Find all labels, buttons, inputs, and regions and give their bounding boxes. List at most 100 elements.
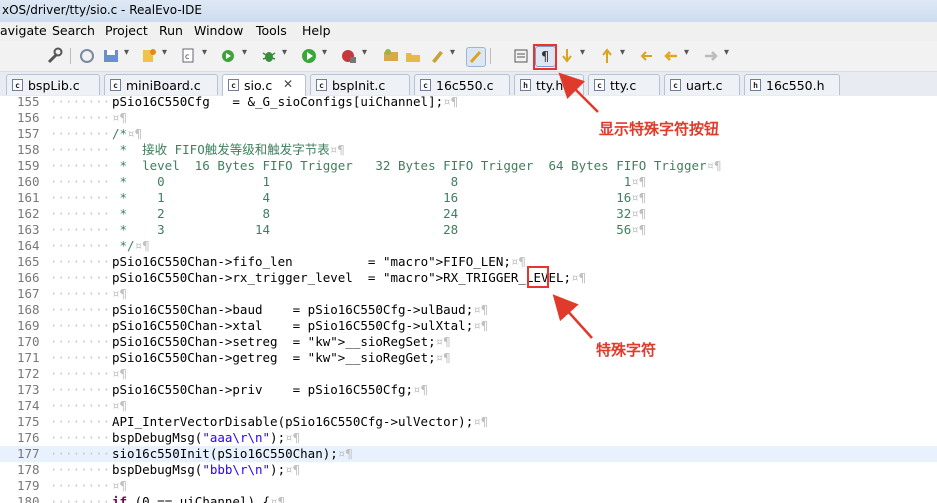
code-line[interactable]: 156 ········ ¤¶ (0, 110, 937, 126)
pen-icon[interactable] (466, 47, 486, 67)
code-line[interactable]: 167 ········ ¤¶ (0, 286, 937, 302)
code-text: ¤¶ (112, 110, 128, 125)
line-number: 175 (17, 414, 40, 429)
whitespace-marks: ········ (50, 270, 111, 285)
code-line[interactable]: 179 ········ ¤¶ (0, 478, 937, 494)
arrow-down-icon[interactable] (558, 47, 585, 65)
code-line[interactable]: 162 ········ * 2 8 24 32¤¶ (0, 206, 937, 222)
paint-icon[interactable] (428, 47, 455, 65)
line-number: 180 (17, 494, 40, 503)
line-number: 156 (17, 110, 40, 125)
code-text: bspDebugMsg("bbb\r\n");¤¶ (112, 462, 301, 477)
run-config-icon[interactable] (220, 47, 247, 65)
line-number: 158 (17, 142, 40, 157)
line-number: 163 (17, 222, 40, 237)
code-line[interactable]: 176 ········ bspDebugMsg("aaa\r\n");¤¶ (0, 430, 937, 446)
line-number: 168 (17, 302, 40, 317)
line-number: 176 (17, 430, 40, 445)
code-line[interactable]: 171 ········ pSio16C550Chan->getreg = "kw"… (0, 350, 937, 366)
whitespace-marks: ········ (50, 158, 111, 173)
tab-16c550-c[interactable]: c 16c550.c (414, 74, 510, 95)
whitespace-marks: ········ (50, 366, 111, 381)
whitespace-marks: ········ (50, 206, 111, 221)
code-text: pSio16C550Chan->setreg = "kw">__sioRegSe… (112, 334, 451, 349)
code-line[interactable]: 170 ········ pSio16C550Chan->setreg = "kw"… (0, 334, 937, 350)
wrench-icon[interactable] (46, 47, 64, 65)
close-icon[interactable]: ✕ (283, 77, 293, 91)
run-icon[interactable] (300, 47, 327, 65)
menu-tools[interactable]: Tools (256, 23, 287, 38)
whitespace-marks: ········ (50, 302, 111, 317)
last-edit-icon[interactable] (638, 47, 656, 65)
code-line[interactable]: 165 ········ pSio16C550Chan->fifo_len = "m… (0, 254, 937, 270)
code-text: * 接收 FIFO触发等级和触发字节表¤¶ (112, 142, 345, 157)
tab-tty-h[interactable]: h tty.h (514, 74, 584, 95)
menu-project[interactable]: Project (105, 23, 148, 38)
code-line[interactable]: 180 ········ if (0 == uiChannel) {¤¶ (0, 494, 937, 503)
open-icon[interactable] (404, 47, 422, 65)
save-icon[interactable] (102, 47, 129, 65)
code-line[interactable]: 166 ········ pSio16C550Chan->rx_trigger_le… (0, 270, 937, 286)
tab-bsplib[interactable]: c bspLib.c (6, 74, 100, 95)
record-icon[interactable] (340, 47, 367, 65)
tab-bspinit[interactable]: c bspInit.c (310, 74, 410, 95)
c-file-icon: c (420, 79, 431, 91)
menu-run[interactable]: Run (159, 23, 183, 38)
c-file-icon: c (12, 79, 23, 91)
code-line[interactable]: 175 ········ API_InterVectorDisable(pSio16… (0, 414, 937, 430)
code-line[interactable]: 174 ········ ¤¶ (0, 398, 937, 414)
code-line[interactable]: 161 ········ * 1 4 16 16¤¶ (0, 190, 937, 206)
code-line[interactable]: 178 ········ bspDebugMsg("bbb\r\n");¤¶ (0, 462, 937, 478)
code-line[interactable]: 158 ········ * 接收 FIFO触发等级和触发字节表¤¶ (0, 142, 937, 158)
back-icon[interactable] (662, 47, 689, 65)
code-line[interactable]: 177 ········ sio16c550Init(pSio16C550Chan)… (0, 446, 937, 462)
line-number: 166 (17, 270, 40, 285)
c-file-icon: c (110, 79, 121, 91)
tab-sio[interactable]: c sio.c ✕ (222, 74, 306, 97)
code-text: ¤¶ (112, 398, 128, 413)
code-text: if (0 == uiChannel) {¤¶ (112, 494, 286, 503)
code-line[interactable]: 164 ········ */¤¶ (0, 238, 937, 254)
whitespace-marks: ········ (50, 318, 111, 333)
menu-help[interactable]: Help (302, 23, 331, 38)
code-line[interactable]: 173 ········ pSio16C550Chan->priv = pSio16… (0, 382, 937, 398)
h-file-icon: h (750, 79, 761, 91)
code-line[interactable]: 168 ········ pSio16C550Chan->baud = pSio16… (0, 302, 937, 318)
code-line[interactable]: 160 ········ * 0 1 8 1¤¶ (0, 174, 937, 190)
whitespace-marks: ········ (50, 430, 111, 445)
tab-miniboard[interactable]: c miniBoard.c (104, 74, 218, 95)
code-line[interactable]: 163 ········ * 3 14 28 56¤¶ (0, 222, 937, 238)
line-number: 164 (17, 238, 40, 253)
menu-navigate[interactable]: avigate (0, 23, 47, 38)
tab-uart[interactable]: c uart.c (664, 74, 740, 95)
package-icon[interactable] (382, 47, 400, 65)
code-text: * 1 4 16 16¤¶ (112, 190, 647, 205)
whitespace-marks: ········ (50, 174, 111, 189)
line-number: 159 (17, 158, 40, 173)
code-line[interactable]: 172 ········ ¤¶ (0, 366, 937, 382)
bug-icon[interactable] (260, 47, 287, 65)
code-line[interactable]: 169 ········ pSio16C550Chan->xtal = pSio16… (0, 318, 937, 334)
code-editor[interactable]: 155 ········ pSio16C550Cfg = &_G_sioConfig… (0, 96, 937, 503)
tab-16c550-h[interactable]: h 16c550.h (744, 74, 840, 95)
new-icon[interactable] (140, 47, 167, 65)
line-number: 162 (17, 206, 40, 221)
toolbar: c ¶ (0, 41, 937, 72)
line-number: 169 (17, 318, 40, 333)
line-number: 177 (17, 446, 40, 461)
code-text: sio16c550Init(pSio16C550Chan);¤¶ (112, 446, 353, 461)
code-text: pSio16C550Chan->fifo_len = "macro">FIFO_… (112, 254, 526, 269)
code-line[interactable]: 155 ········ pSio16C550Cfg = &_G_sioConfig… (0, 96, 937, 110)
menu-window[interactable]: Window (194, 23, 243, 38)
block-icon[interactable] (512, 47, 530, 65)
forward-icon[interactable] (702, 47, 729, 65)
copy-icon[interactable]: c (180, 47, 207, 65)
tab-tty-c[interactable]: c tty.c (588, 74, 660, 95)
c-file-icon: c (316, 79, 327, 91)
code-text: API_InterVectorDisable(pSio16C550Cfg->ul… (112, 414, 489, 429)
code-line[interactable]: 157 ········/*¤¶ (0, 126, 937, 142)
menu-search[interactable]: Search (52, 23, 95, 38)
refresh-icon[interactable] (78, 47, 96, 65)
nav-icon[interactable] (598, 47, 625, 65)
code-line[interactable]: 159 ········ * level 16 Bytes FIFO Trigge… (0, 158, 937, 174)
